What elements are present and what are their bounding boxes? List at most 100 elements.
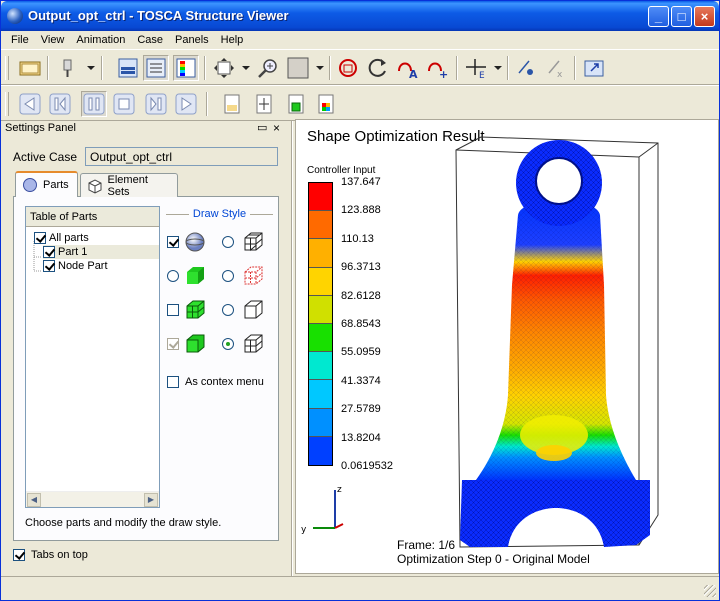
- deform-b-icon[interactable]: +: [425, 55, 451, 81]
- legend-label: 123.888: [341, 204, 381, 217]
- svg-text:+: +: [439, 68, 448, 79]
- pin-icon[interactable]: [55, 55, 81, 81]
- pin-dropdown[interactable]: [87, 66, 95, 70]
- cube-mesh-green-icon[interactable]: [183, 298, 207, 322]
- legend-color-bar: [308, 182, 333, 466]
- part-1-checkbox[interactable]: [43, 246, 55, 258]
- pause-icon[interactable]: [81, 91, 107, 117]
- legend-swatch: [309, 323, 332, 353]
- cube-green-icon[interactable]: [283, 91, 309, 117]
- node-remove-icon[interactable]: x: [543, 55, 569, 81]
- menu-bar: File View Animation Case Panels Help: [1, 31, 719, 49]
- tab-parts-label: Parts: [43, 179, 69, 191]
- legend-label: 41.3374: [341, 374, 381, 387]
- solid-radio[interactable]: [167, 270, 179, 282]
- node-part-checkbox[interactable]: [43, 260, 55, 272]
- model-viewport[interactable]: Shape Optimization Result Controller Inp…: [295, 119, 719, 574]
- tree-horizontal-scrollbar[interactable]: ◀ ▶: [26, 491, 159, 507]
- legend-swatch: [309, 295, 332, 324]
- element-sets-icon: [88, 178, 102, 194]
- first-frame-icon[interactable]: [17, 91, 43, 117]
- panel-splitter[interactable]: [291, 121, 293, 576]
- tab-element-sets[interactable]: Element Sets: [80, 173, 178, 198]
- scroll-right-icon[interactable]: ▶: [144, 493, 158, 507]
- maximize-button[interactable]: □: [671, 6, 692, 27]
- legend-label: 82.6128: [341, 289, 381, 302]
- sphere-shaded-icon[interactable]: [183, 230, 207, 254]
- hidden-line-radio[interactable]: [222, 270, 234, 282]
- shaded-smooth-checkbox[interactable]: [167, 236, 179, 248]
- tab-parts[interactable]: Parts: [15, 171, 78, 197]
- cube-solid-icon[interactable]: [183, 264, 207, 288]
- menu-file[interactable]: File: [5, 34, 35, 46]
- view-list-icon[interactable]: [143, 55, 169, 81]
- cube-mesh-outline-icon[interactable]: [241, 332, 265, 356]
- refresh-icon[interactable]: [365, 55, 391, 81]
- menu-help[interactable]: Help: [215, 34, 250, 46]
- next-frame-icon[interactable]: [143, 91, 169, 117]
- export-icon[interactable]: [581, 55, 607, 81]
- play-icon[interactable]: [173, 91, 199, 117]
- color-table-icon[interactable]: [313, 91, 339, 117]
- scroll-left-icon[interactable]: ◀: [27, 493, 41, 507]
- legend-swatch: [309, 408, 332, 437]
- mesh-outline-radio[interactable]: [222, 338, 234, 350]
- view-info-icon[interactable]: [115, 55, 141, 81]
- tree-item-node-part[interactable]: Node Part: [43, 259, 108, 273]
- prev-frame-icon[interactable]: [47, 91, 73, 117]
- zoom-icon[interactable]: [255, 55, 281, 81]
- menu-animation[interactable]: Animation: [70, 34, 131, 46]
- color-legend-icon[interactable]: [173, 55, 199, 81]
- panel-close-icon[interactable]: ×: [273, 121, 280, 135]
- dock-icon[interactable]: ▭: [257, 121, 267, 134]
- stop-icon[interactable]: [111, 91, 137, 117]
- title-bar[interactable]: Output_opt_ctrl - TOSCA Structure Viewer…: [1, 1, 719, 31]
- part-1-label: Part 1: [58, 246, 88, 258]
- minimize-button[interactable]: _: [648, 6, 669, 27]
- outline-radio[interactable]: [222, 304, 234, 316]
- toolbar-grip[interactable]: [5, 56, 9, 80]
- tabs-on-top-option[interactable]: Tabs on top: [13, 549, 88, 561]
- tabs-on-top-checkbox[interactable]: [13, 549, 25, 561]
- page-icon[interactable]: [219, 91, 245, 117]
- toolbar-grip[interactable]: [5, 92, 9, 116]
- connecting-rod-model[interactable]: [446, 135, 716, 560]
- all-parts-checkbox[interactable]: [34, 232, 46, 244]
- cube-solid-edges-icon[interactable]: [183, 332, 207, 356]
- mesh-shaded-checkbox[interactable]: [167, 304, 179, 316]
- legend-label: 137.647: [341, 176, 381, 188]
- wireframe-radio[interactable]: [222, 236, 234, 248]
- tree-item-all-parts[interactable]: All parts: [34, 231, 89, 245]
- menu-panels[interactable]: Panels: [169, 34, 215, 46]
- solid-edges-checkbox[interactable]: [167, 338, 179, 350]
- active-case-field[interactable]: Output_opt_ctrl: [85, 147, 278, 166]
- open-icon[interactable]: [17, 55, 43, 81]
- close-button[interactable]: ×: [694, 6, 715, 27]
- resize-grip-icon[interactable]: [704, 585, 716, 597]
- parts-icon: [23, 178, 37, 192]
- as-contex-menu-checkbox[interactable]: [167, 376, 179, 388]
- tree-item-part-1[interactable]: Part 1: [43, 245, 159, 259]
- app-window: Output_opt_ctrl - TOSCA Structure Viewer…: [0, 0, 720, 601]
- menu-view[interactable]: View: [35, 34, 71, 46]
- cube-wireframe-icon[interactable]: [241, 230, 265, 254]
- crosshair-icon[interactable]: [251, 91, 277, 117]
- cube-outline-icon[interactable]: [241, 298, 265, 322]
- deform-a-icon[interactable]: A: [395, 55, 421, 81]
- reset-model-icon[interactable]: [335, 55, 361, 81]
- legend-label: 27.5789: [341, 403, 381, 416]
- legend-label: 68.8543: [341, 318, 381, 330]
- shape-select-icon[interactable]: [285, 55, 311, 81]
- tab-element-sets-label: Element Sets: [107, 173, 148, 198]
- shape-dropdown[interactable]: [316, 66, 324, 70]
- svg-text:E: E: [479, 71, 485, 79]
- animation-toolbar: [1, 85, 719, 121]
- rotate-dropdown[interactable]: [242, 66, 250, 70]
- rotate-icon[interactable]: [211, 55, 237, 81]
- as-contex-menu-option[interactable]: As contex menu: [167, 376, 264, 388]
- cube-red-wireframe-icon[interactable]: [241, 264, 265, 288]
- axis-e-icon[interactable]: E: [463, 55, 489, 81]
- node-move-icon[interactable]: [513, 55, 539, 81]
- axis-dropdown[interactable]: [494, 66, 502, 70]
- menu-case[interactable]: Case: [131, 34, 169, 46]
